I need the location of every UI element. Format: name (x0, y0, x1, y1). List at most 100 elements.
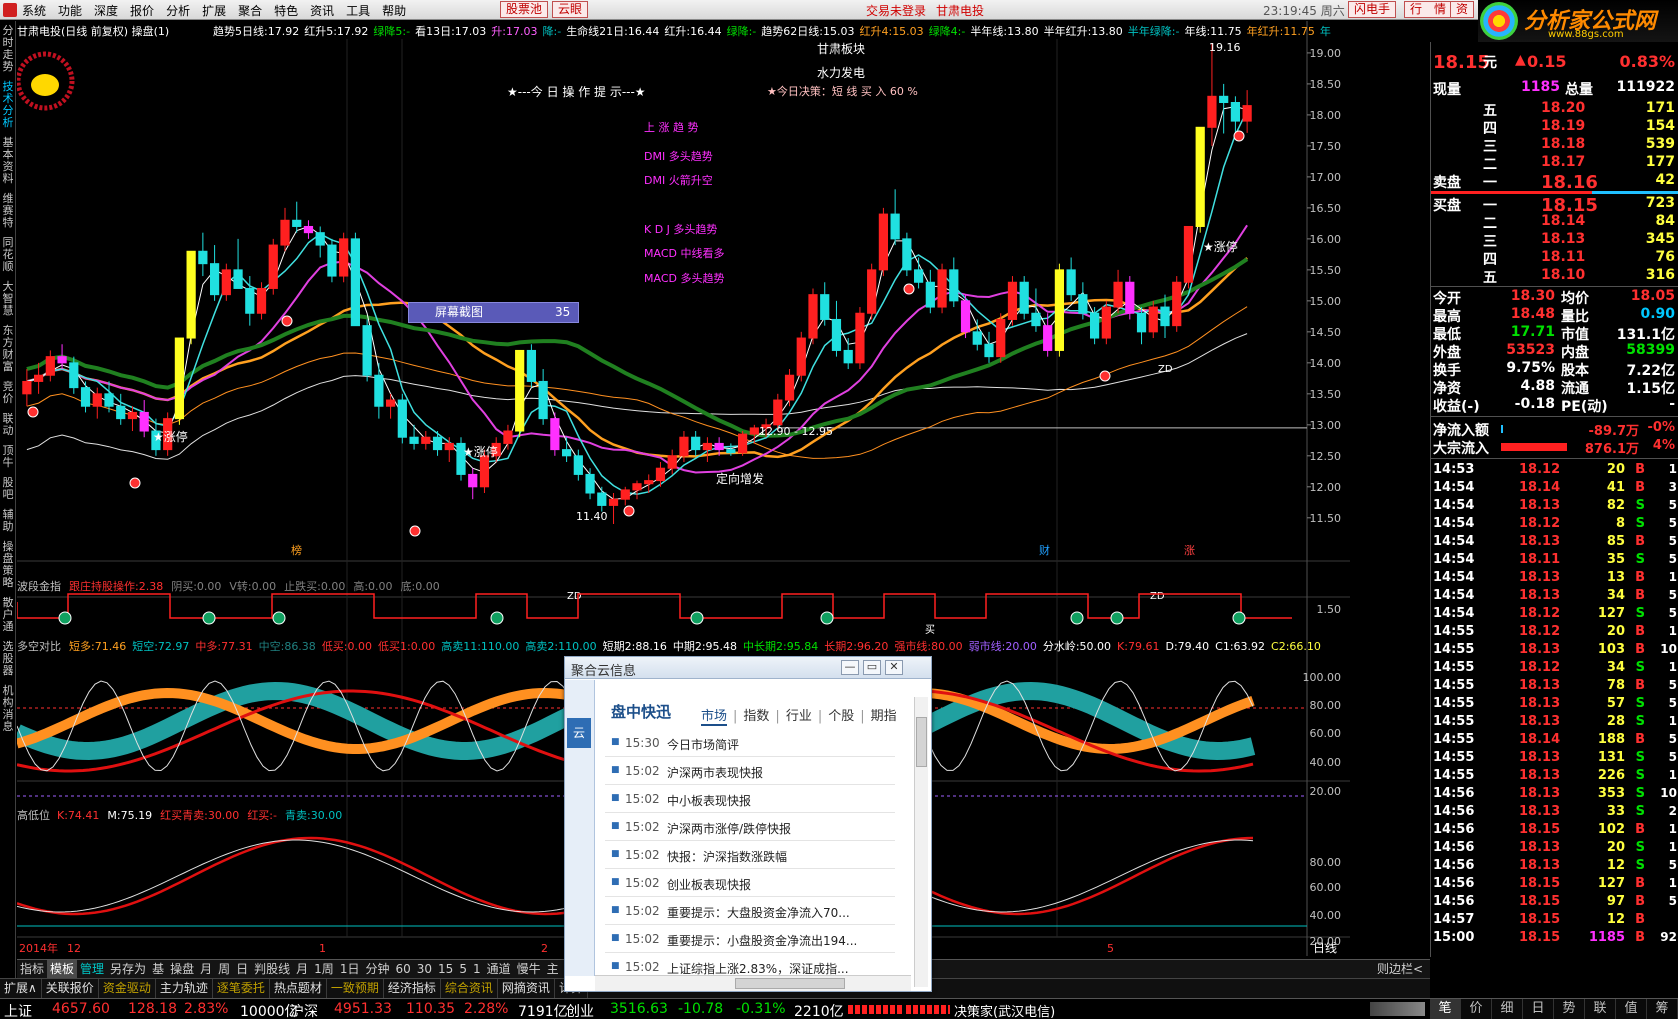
left-nav-item[interactable]: 操盘策略 (0, 541, 16, 589)
quote-button[interactable]: 行 情 (1404, 1, 1453, 18)
indicator-tab[interactable]: 1周 (311, 960, 337, 978)
menu-item[interactable]: 聚合 (238, 2, 262, 19)
news-item[interactable]: ■ 15:02 创业板表现快报 (605, 869, 895, 897)
indicator-tab[interactable]: 慢牛 (514, 960, 544, 978)
trade-login-status[interactable]: 交易未登录 (866, 2, 926, 19)
indicator-tab[interactable]: 指标 (17, 960, 47, 978)
close-button[interactable]: ✕ (885, 660, 903, 675)
news-item[interactable]: ■ 15:02 重要提示：小盘股资金净流出194... (605, 925, 895, 953)
indicator-tab[interactable]: 30 (414, 960, 435, 978)
menu-item[interactable]: 特色 (274, 2, 298, 19)
menu-item[interactable]: 扩展 (202, 2, 226, 19)
function-button[interactable]: 关联报价 (42, 979, 99, 998)
indicator-tab[interactable]: 通道 (484, 960, 514, 978)
indicator-tab[interactable]: 判股线 (251, 960, 293, 978)
quote-tab[interactable]: 细 (1492, 999, 1523, 1019)
indicator-tab[interactable]: 5 (456, 960, 470, 978)
left-nav-item[interactable]: 机构消息 (0, 685, 16, 733)
stock-pool-button[interactable]: 股票池 (500, 1, 549, 18)
indicator-tab[interactable]: 另存为 (107, 960, 149, 978)
menu-item[interactable]: 分析 (166, 2, 190, 19)
left-nav-item[interactable]: 分时走势 (0, 25, 16, 73)
left-nav-item[interactable]: 技术分析 (0, 81, 16, 129)
sector-label[interactable]: 甘肃板块 (817, 40, 865, 57)
indicator-tab[interactable]: 管理 (77, 960, 107, 978)
news-item[interactable]: ■ 15:02 重要提示：大盘股资金净流入70... (605, 897, 895, 925)
menu-item[interactable]: 深度 (94, 2, 118, 19)
indicator-tab[interactable]: 基 (149, 960, 167, 978)
popup-vscroll-thumb[interactable] (916, 717, 927, 767)
indicator-tab[interactable]: 日 (233, 960, 251, 978)
function-button[interactable]: 综合资讯 (441, 979, 498, 998)
menu-item[interactable]: 工具 (346, 2, 370, 19)
cloud-eye-button[interactable]: 云眼 (552, 1, 589, 18)
news-item[interactable]: ■ 15:02 快报：沪深指数涨跌幅 (605, 841, 895, 869)
menu-item[interactable]: 系统 (22, 2, 46, 19)
left-nav-item[interactable]: 同花顺 (0, 237, 16, 273)
quote-tab[interactable]: 值 (1616, 999, 1647, 1019)
left-nav-item[interactable]: 辅助 (0, 509, 16, 533)
function-button[interactable]: 资金驱动 (99, 979, 156, 998)
left-nav-item[interactable]: 散户通 (0, 597, 16, 633)
cy-index-name[interactable]: 创业 (566, 1001, 594, 1019)
left-nav-item[interactable]: 维赛特 (0, 193, 16, 229)
function-button[interactable]: 热点题材 (270, 979, 327, 998)
quote-tab[interactable]: 势 (1554, 999, 1585, 1019)
info-button[interactable]: 资 (1450, 1, 1475, 18)
indicator-tab[interactable]: 60 (392, 960, 413, 978)
quote-tab[interactable]: 联 (1585, 999, 1616, 1019)
indicator-tab[interactable]: 周 (215, 960, 233, 978)
menu-item[interactable]: 帮助 (382, 2, 406, 19)
minimize-button[interactable]: — (841, 660, 859, 675)
indicator-tab[interactable]: 月 (293, 960, 311, 978)
popup-tab[interactable]: 指数 (743, 709, 769, 724)
popup-tab[interactable]: 个股 (828, 709, 854, 724)
news-item[interactable]: ■ 15:30 今日市场简评 (605, 729, 895, 757)
menu-item[interactable]: 报价 (130, 2, 154, 19)
left-nav-item[interactable]: 东方财富 (0, 325, 16, 373)
sidebar-toggle[interactable]: 则边栏< (1374, 960, 1426, 978)
indicator-tab[interactable]: 主 (544, 960, 562, 978)
left-nav-item[interactable]: 基本资料 (0, 137, 16, 185)
app-icon[interactable] (3, 3, 17, 17)
indicator-tab[interactable]: 15 (435, 960, 456, 978)
function-button[interactable]: 网摘资讯 (498, 979, 555, 998)
hs-index-name[interactable]: 沪深 (290, 1001, 318, 1019)
indicator-tab[interactable]: 分钟 (362, 960, 392, 978)
popup-titlebar[interactable]: 聚合云信息 — ▭ ✕ (565, 657, 931, 679)
indicator-tab[interactable]: 操盘 (167, 960, 197, 978)
popup-tab[interactable]: 期指 (871, 709, 897, 724)
left-nav-item[interactable]: 选股器 (0, 641, 16, 677)
indicator-tab[interactable]: 模板 (47, 960, 78, 978)
menu-item[interactable]: 资讯 (310, 2, 334, 19)
news-item[interactable]: ■ 15:02 沪深两市表现快报 (605, 757, 895, 785)
popup-side-tab[interactable]: 云 (567, 718, 591, 748)
industry-label[interactable]: 水力发电 (817, 64, 865, 81)
function-button[interactable]: 扩展∧ (0, 979, 42, 998)
function-button[interactable]: 主力轨迹 (156, 979, 213, 998)
quote-tab[interactable]: 日 (1523, 999, 1554, 1019)
left-nav-item[interactable]: 股吧 (0, 477, 16, 501)
popup-tab[interactable]: 市场 (701, 709, 728, 726)
popup-vertical-scrollbar[interactable] (914, 697, 928, 987)
menu-item[interactable]: 功能 (58, 2, 82, 19)
indicator-tab[interactable]: 1 (470, 960, 484, 978)
left-nav-item[interactable]: 竞价 (0, 381, 16, 405)
indicator-tab[interactable]: 1日 (337, 960, 363, 978)
tray-icons[interactable] (1370, 1002, 1425, 1016)
screenshot-button[interactable]: 屏幕截图 35 (408, 302, 579, 323)
quote-tab[interactable]: 筹 (1647, 999, 1678, 1019)
function-button[interactable]: 一致预期 (327, 979, 384, 998)
left-nav-item[interactable]: 顶牛 (0, 445, 16, 469)
quote-tab[interactable]: 笔 (1430, 999, 1461, 1019)
popup-tab[interactable]: 行业 (786, 709, 812, 724)
popup-hscroll-thumb[interactable] (735, 978, 845, 989)
restore-button[interactable]: ▭ (863, 660, 881, 675)
left-nav-item[interactable]: 大智慧 (0, 281, 16, 317)
flash-trade-button[interactable]: 闪电手 (1348, 1, 1397, 18)
popup-horizontal-scrollbar[interactable] (595, 975, 911, 991)
function-button[interactable]: 逐笔委托 (213, 979, 270, 998)
news-item[interactable]: ■ 15:02 沪深两市涨停/跌停快报 (605, 813, 895, 841)
sh-index-name[interactable]: 上证 (4, 1001, 32, 1019)
quote-tab[interactable]: 价 (1461, 999, 1492, 1019)
